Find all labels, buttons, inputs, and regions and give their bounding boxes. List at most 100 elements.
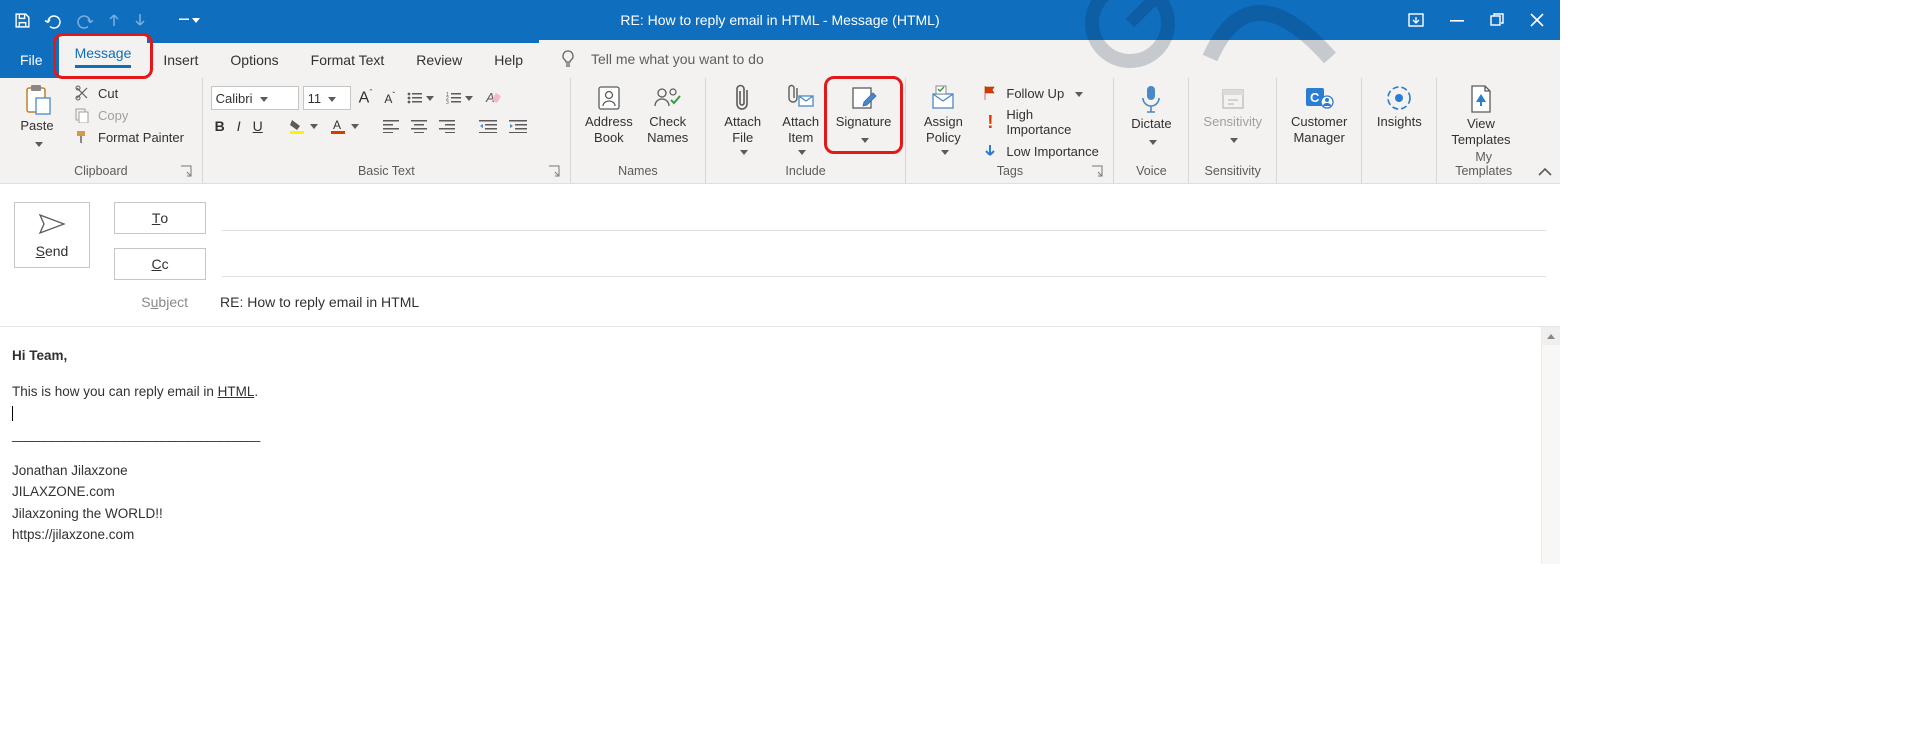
font-color-button[interactable]: A: [326, 116, 363, 136]
tell-me-search[interactable]: Tell me what you want to do: [539, 40, 786, 78]
cc-field[interactable]: [222, 252, 1546, 277]
chevron-down-icon: [325, 91, 336, 106]
paste-button[interactable]: Paste: [8, 82, 66, 152]
tab-help[interactable]: Help: [478, 43, 539, 78]
lightbulb-icon: [559, 50, 577, 68]
signature-line-2: JILAXZONE.com: [12, 481, 1548, 503]
group-tags: Assign Policy Follow Up ! High Importanc…: [906, 78, 1114, 183]
sensitivity-button[interactable]: Sensitivity: [1197, 82, 1268, 148]
subject-field[interactable]: RE: How to reply email in HTML: [220, 294, 419, 310]
shrink-font-button[interactable]: Aˇ: [380, 89, 399, 108]
customer-manager-button[interactable]: C Customer Manager: [1285, 82, 1353, 145]
address-book-icon: [596, 84, 622, 112]
cut-button[interactable]: Cut: [70, 84, 188, 102]
redo-icon[interactable]: [75, 12, 95, 29]
attach-item-icon: [787, 84, 815, 112]
dictate-button[interactable]: Dictate: [1122, 82, 1180, 150]
collapse-ribbon-button[interactable]: [1530, 78, 1560, 183]
minimize-icon[interactable]: [1450, 13, 1464, 27]
send-button[interactable]: SSendend: [14, 202, 90, 268]
group-include-label: Include: [714, 161, 898, 181]
to-field[interactable]: [222, 206, 1546, 231]
tab-review[interactable]: Review: [400, 43, 478, 78]
cc-button[interactable]: Cc: [114, 248, 206, 280]
sensitivity-label: Sensitivity: [1203, 114, 1262, 130]
scrollbar[interactable]: [1541, 327, 1560, 564]
highlight-button[interactable]: [285, 116, 322, 136]
low-importance-button[interactable]: Low Importance: [978, 142, 1105, 160]
scissors-icon: [74, 85, 90, 101]
dictate-label: Dictate: [1131, 116, 1171, 132]
ribbon-display-options-icon[interactable]: [1408, 13, 1424, 27]
address-book-button[interactable]: Address Book: [579, 82, 639, 145]
group-basic-text-label: Basic Text: [211, 161, 562, 181]
chevron-down-icon: [737, 143, 748, 159]
save-icon[interactable]: [14, 12, 31, 29]
scroll-up-button[interactable]: [1542, 327, 1560, 345]
to-button[interactable]: To: [114, 202, 206, 234]
tab-options[interactable]: Options: [214, 43, 294, 78]
arrow-down-icon[interactable]: [133, 12, 147, 28]
align-right-button[interactable]: [435, 117, 459, 135]
clear-formatting-button[interactable]: A: [481, 88, 507, 108]
clear-format-icon: A: [485, 90, 503, 106]
subject-label: Subject: [114, 294, 188, 310]
undo-icon[interactable]: [43, 12, 63, 29]
group-insights: Insights: [1362, 78, 1437, 183]
numbering-icon: 123: [446, 91, 462, 105]
attach-item-button[interactable]: Attach Item: [772, 82, 830, 159]
attach-file-label: Attach File: [724, 114, 761, 145]
group-customer-manager: C Customer Manager: [1277, 78, 1362, 183]
copy-label: Copy: [98, 108, 128, 123]
check-names-button[interactable]: Check Names: [639, 82, 697, 145]
font-size-combo[interactable]: 11: [303, 86, 351, 110]
flag-icon: [982, 85, 998, 101]
qat-customize-icon[interactable]: [179, 18, 200, 23]
copy-button[interactable]: Copy: [70, 106, 188, 124]
align-left-button[interactable]: [379, 117, 403, 135]
italic-button[interactable]: I: [233, 116, 245, 136]
svg-text:A: A: [333, 118, 341, 132]
decrease-indent-button[interactable]: [475, 117, 501, 135]
format-painter-button[interactable]: Format Painter: [70, 128, 188, 146]
view-templates-button[interactable]: View Templates: [1445, 82, 1516, 147]
dialog-launcher-icon[interactable]: [548, 165, 562, 179]
mail-body[interactable]: Hi Team, This is how you can reply email…: [0, 327, 1560, 564]
chevron-down-icon: [1146, 134, 1157, 150]
tab-file[interactable]: File: [4, 43, 59, 78]
bullets-button[interactable]: [403, 89, 438, 107]
chevron-down-icon: [32, 136, 43, 152]
follow-up-button[interactable]: Follow Up: [978, 84, 1105, 102]
dialog-launcher-icon[interactable]: [1091, 165, 1105, 179]
insights-button[interactable]: Insights: [1370, 82, 1428, 130]
close-icon[interactable]: [1530, 13, 1544, 27]
assign-policy-icon: [930, 84, 956, 112]
increase-indent-button[interactable]: [505, 117, 531, 135]
quick-access-toolbar: [0, 12, 200, 29]
high-importance-button[interactable]: ! High Importance: [978, 106, 1105, 138]
align-center-button[interactable]: [407, 117, 431, 135]
font-name-combo[interactable]: Calibri: [211, 86, 299, 110]
tab-format-text[interactable]: Format Text: [295, 43, 401, 78]
bold-button[interactable]: B: [211, 116, 229, 136]
dialog-launcher-icon[interactable]: [180, 165, 194, 179]
format-painter-label: Format Painter: [98, 130, 184, 145]
arrow-up-icon[interactable]: [107, 12, 121, 28]
signature-line-4: https://jilaxzone.com: [12, 524, 1548, 546]
tab-message[interactable]: Message: [59, 36, 148, 78]
clipboard-icon: [22, 84, 52, 116]
signature-rule: ______________________________________: [12, 424, 1548, 446]
grow-font-button[interactable]: Aˆ: [355, 86, 377, 109]
numbering-button[interactable]: 123: [442, 89, 477, 107]
group-clipboard-label: Clipboard: [8, 161, 194, 181]
underline-button[interactable]: U: [249, 116, 267, 136]
ribbon: Paste Cut Copy Format Painter Clipboa: [0, 78, 1560, 184]
signature-button[interactable]: Signature: [830, 82, 898, 148]
svg-text:A: A: [485, 90, 495, 105]
group-voice: Dictate Voice: [1114, 78, 1189, 183]
attach-file-button[interactable]: Attach File: [714, 82, 772, 159]
tab-insert[interactable]: Insert: [147, 43, 214, 78]
maximize-icon[interactable]: [1490, 13, 1504, 27]
assign-policy-button[interactable]: Assign Policy: [914, 82, 972, 159]
cursor: [12, 402, 1548, 424]
